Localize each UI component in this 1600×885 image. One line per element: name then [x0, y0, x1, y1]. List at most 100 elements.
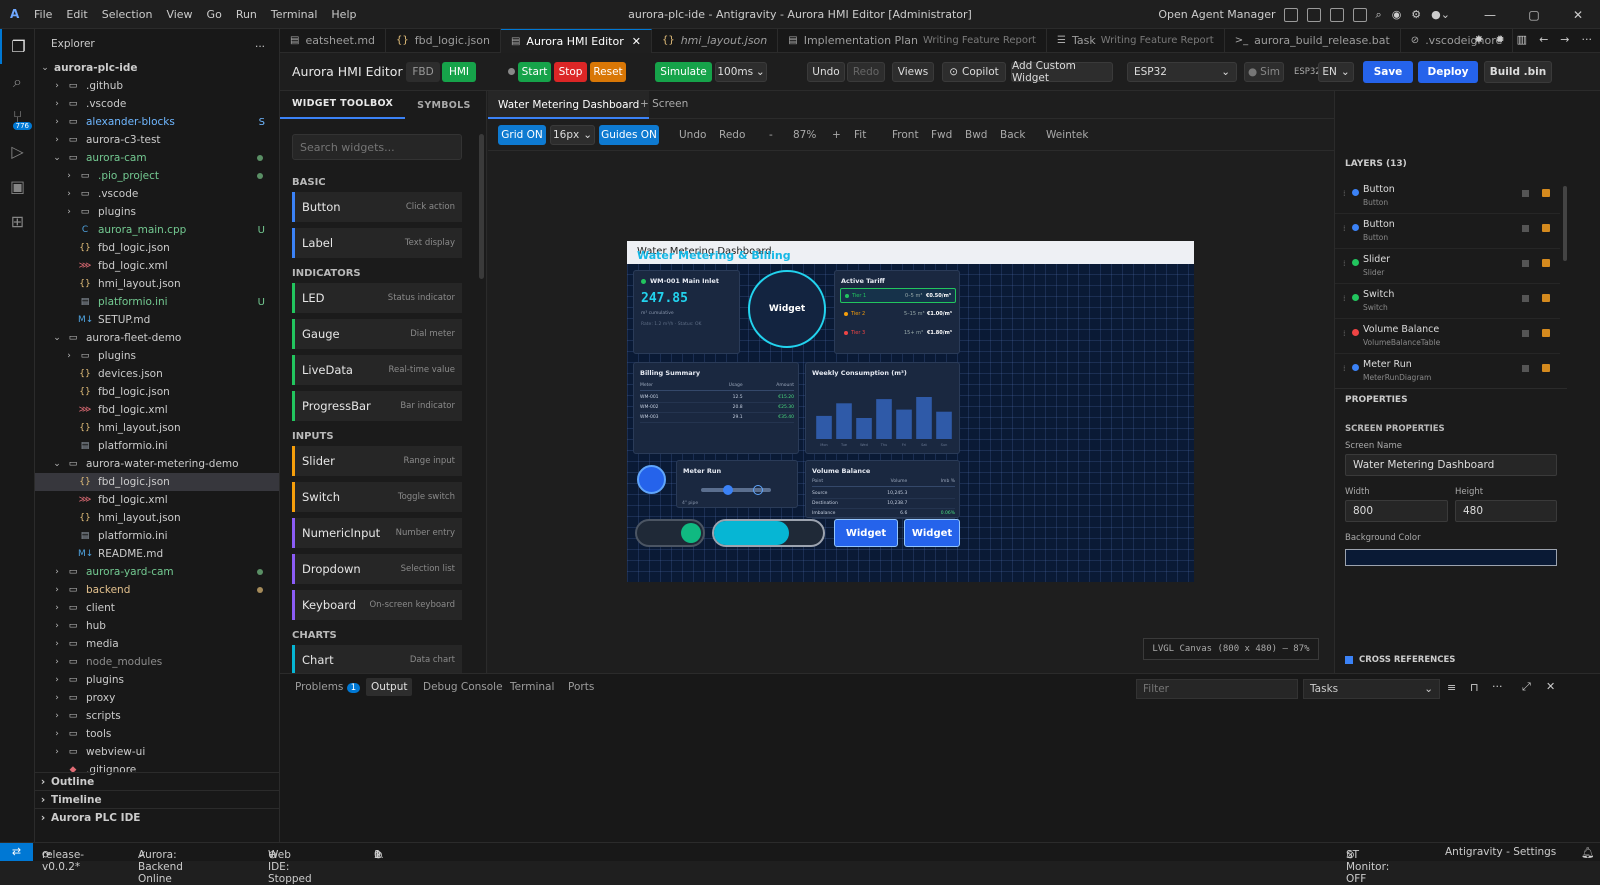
- round-button-widget[interactable]: [637, 465, 666, 494]
- word-wrap-icon[interactable]: ≡: [1447, 681, 1456, 694]
- switch-widget[interactable]: [635, 519, 705, 547]
- outline-section[interactable]: › Outline: [35, 772, 279, 790]
- save-button[interactable]: Save: [1363, 61, 1413, 83]
- file-item[interactable]: ⋙ fbd_logic.xml: [35, 257, 279, 275]
- screen-name-input[interactable]: Water Metering Dashboard: [1345, 454, 1557, 476]
- tab-problems[interactable]: Problems 1: [295, 681, 361, 693]
- tab-terminal[interactable]: Terminal: [510, 681, 554, 693]
- widget-button[interactable]: Button Click action: [292, 192, 462, 222]
- folder-item[interactable]: › ▭ scripts: [35, 707, 279, 725]
- width-input[interactable]: 800: [1345, 500, 1448, 522]
- drag-handle-icon[interactable]: ⁞: [1343, 329, 1346, 338]
- lock-icon[interactable]: [1542, 224, 1550, 232]
- menu-item-edit[interactable]: Edit: [66, 8, 87, 21]
- interval-select[interactable]: 100ms ⌄: [715, 62, 767, 82]
- build-bin-button[interactable]: Build .bin: [1484, 61, 1552, 83]
- folder-item[interactable]: ⌄ ▭ aurora-water-metering-demo: [35, 455, 279, 473]
- file-item[interactable]: M↓ SETUP.md: [35, 311, 279, 329]
- start-button[interactable]: Start: [518, 62, 551, 82]
- sun-icon[interactable]: ✹: [1495, 33, 1504, 46]
- widget-led[interactable]: LED Status indicator: [292, 283, 462, 313]
- split-editor-icon[interactable]: ▥: [1517, 33, 1527, 46]
- height-input[interactable]: 480: [1455, 500, 1557, 522]
- visibility-icon[interactable]: [1522, 295, 1529, 302]
- remote-icon[interactable]: ⇄: [0, 843, 33, 861]
- run-debug-icon[interactable]: ▷: [0, 134, 35, 169]
- widget-progressbar[interactable]: ProgressBar Bar indicator: [292, 391, 462, 421]
- more-icon[interactable]: ···: [1582, 33, 1593, 46]
- folder-item[interactable]: › ▭ proxy: [35, 689, 279, 707]
- sim-toggle[interactable]: ● Sim: [1244, 62, 1284, 82]
- settings-status[interactable]: Antigravity - Settings: [1445, 846, 1556, 858]
- file-item[interactable]: {} fbd_logic.json: [35, 239, 279, 257]
- profile-dropdown-icon[interactable]: ●⌄: [1431, 8, 1450, 21]
- drag-handle-icon[interactable]: ⁞: [1343, 364, 1346, 373]
- layer-item[interactable]: ⁞ Button Button: [1335, 179, 1560, 214]
- bg-color-swatch[interactable]: [1345, 549, 1557, 566]
- tab-ports[interactable]: Ports: [568, 681, 594, 693]
- file-item[interactable]: ⋙ fbd_logic.xml: [35, 491, 279, 509]
- menu-item-file[interactable]: File: [34, 8, 52, 21]
- file-item[interactable]: ⋙ fbd_logic.xml: [35, 401, 279, 419]
- editor-tab[interactable]: {} hmi_layout.json: [652, 28, 779, 53]
- tab-symbols[interactable]: SYMBOLS: [405, 100, 483, 111]
- tab-output[interactable]: Output: [366, 678, 413, 696]
- folder-item[interactable]: › ▭ webview-ui: [35, 743, 279, 761]
- hmi-mode-button[interactable]: HMI: [442, 62, 476, 82]
- visibility-icon[interactable]: [1522, 260, 1529, 267]
- file-item[interactable]: ▤ platformio.ini U: [35, 293, 279, 311]
- copilot-button[interactable]: ⊙ Copilot: [942, 62, 1006, 82]
- close-tab-icon[interactable]: ✕: [632, 35, 641, 48]
- layers-scrollbar[interactable]: [1563, 186, 1567, 261]
- weintek-button[interactable]: Weintek: [1046, 129, 1088, 141]
- visibility-icon[interactable]: [1522, 190, 1529, 197]
- more-actions-icon[interactable]: ···: [1492, 680, 1503, 693]
- file-item[interactable]: M↓ README.md: [35, 545, 279, 563]
- file-item[interactable]: {} hmi_layout.json: [35, 275, 279, 293]
- widget-button-2[interactable]: Widget: [904, 519, 960, 547]
- widget-switch[interactable]: Switch Toggle switch: [292, 482, 462, 512]
- fit-button[interactable]: Fit: [854, 129, 866, 141]
- cross-references-title[interactable]: CROSS REFERENCES: [1359, 655, 1455, 665]
- toolbox-scrollbar[interactable]: [479, 134, 484, 279]
- widget-keyboard[interactable]: Keyboard On-screen keyboard: [292, 590, 462, 620]
- circle-widget[interactable]: Widget: [748, 270, 826, 348]
- lock-icon[interactable]: [1542, 259, 1550, 267]
- remote-explorer-icon[interactable]: ▣: [0, 169, 35, 204]
- meter-run-panel[interactable]: Meter Run 4" pipe: [676, 460, 798, 508]
- menu-item-terminal[interactable]: Terminal: [271, 8, 318, 21]
- layer-item[interactable]: ⁞ Volume Balance VolumeBalanceTable: [1335, 319, 1560, 354]
- zoom-in-button[interactable]: +: [832, 129, 841, 141]
- drag-handle-icon[interactable]: ⁞: [1343, 224, 1346, 233]
- weekly-chart-panel[interactable]: Weekly Consumption (m³) Mon Tue Wed Thu Fri S…: [805, 362, 960, 454]
- notifications-icon[interactable]: 🔔︎: [1581, 846, 1594, 859]
- output-channel-select[interactable]: Tasks ⌄: [1303, 679, 1440, 699]
- folder-item[interactable]: › ▭ node_modules: [35, 653, 279, 671]
- toggle-panel-icon[interactable]: [1329, 7, 1344, 22]
- folder-item[interactable]: › ▭ plugins: [35, 203, 279, 221]
- fbd-mode-button[interactable]: FBD: [406, 62, 440, 82]
- drag-handle-icon[interactable]: ⁞: [1343, 259, 1346, 268]
- forward-icon[interactable]: →: [1560, 33, 1569, 46]
- volume-balance-panel[interactable]: Volume Balance Point Volume Imb % Source 10,…: [805, 460, 960, 519]
- file-item[interactable]: {} fbd_logic.json: [35, 383, 279, 401]
- menu-item-help[interactable]: Help: [331, 8, 356, 21]
- lock-icon[interactable]: [1542, 329, 1550, 337]
- deploy-button[interactable]: Deploy: [1418, 61, 1478, 83]
- folder-item[interactable]: › ▭ .pio_project: [35, 167, 279, 185]
- billing-panel[interactable]: Billing Summary Meter Usage Amount WM-001 12…: [633, 362, 799, 454]
- source-control-icon[interactable]: ⑂ 776: [0, 99, 35, 134]
- folder-item[interactable]: › ▭ .github: [35, 77, 279, 95]
- tariff-panel[interactable]: Active Tariff Tier 1 0–5 m³ €0.50/m³ Tier 2…: [834, 270, 960, 354]
- file-item[interactable]: {} hmi_layout.json: [35, 509, 279, 527]
- target-select[interactable]: ESP32 ⌄: [1127, 62, 1237, 82]
- explorer-root[interactable]: ⌄ aurora-plc-ide: [35, 59, 279, 77]
- drag-handle-icon[interactable]: ⁞: [1343, 189, 1346, 198]
- file-item[interactable]: {} hmi_layout.json: [35, 419, 279, 437]
- output-filter-input[interactable]: [1136, 679, 1298, 699]
- file-item[interactable]: Caurora_main.cpp U: [35, 221, 279, 239]
- language-select[interactable]: EN ⌄: [1318, 62, 1354, 82]
- hmi-screen[interactable]: Water Metering Dashboard Water Metering …: [627, 241, 1194, 582]
- backward-button[interactable]: Bwd: [965, 129, 987, 141]
- folder-item[interactable]: › ▭ tools: [35, 725, 279, 743]
